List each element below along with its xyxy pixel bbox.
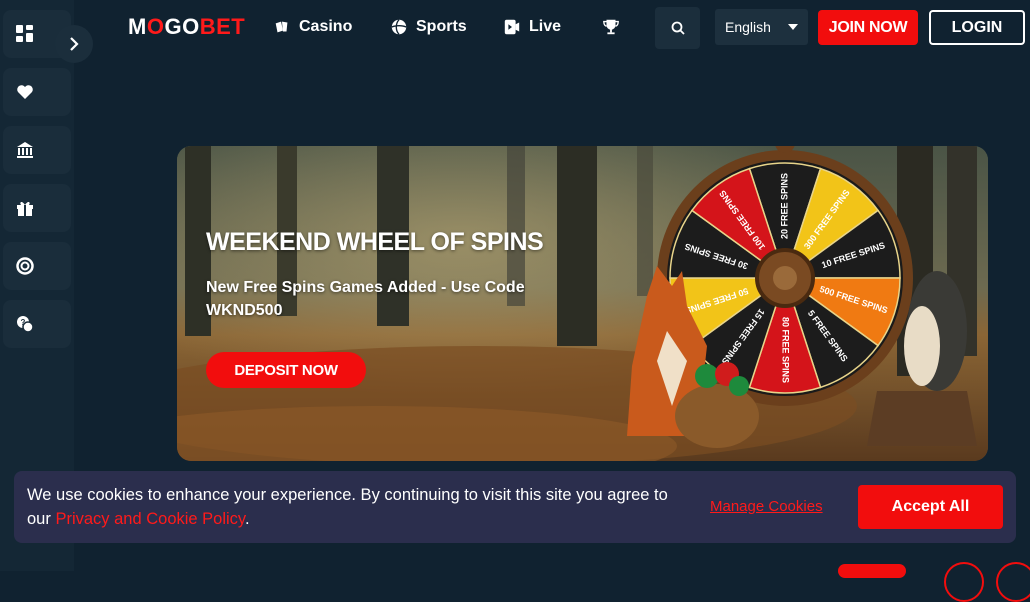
bank-icon (17, 142, 33, 158)
sidebar-item-promotions[interactable] (3, 184, 71, 232)
chat-icon: ? (17, 316, 34, 333)
mogobet-logo[interactable]: MOGOBET (128, 14, 245, 40)
gift-icon (17, 201, 33, 216)
trophy-icon (603, 19, 619, 35)
chevron-down-icon (788, 24, 798, 30)
wheel-segment-label: 20 FREE SPINS (779, 173, 789, 239)
deposit-now-button[interactable]: DEPOSIT NOW (206, 352, 366, 388)
svg-text:?: ? (21, 318, 26, 327)
sidebar-item-support[interactable]: ? (3, 300, 71, 348)
cookie-banner: We use cookies to enhance your experienc… (14, 471, 1016, 543)
nav-live[interactable]: Live (503, 18, 561, 36)
soccer-ball-icon (391, 19, 407, 35)
bottom-action-button[interactable] (838, 564, 906, 578)
login-button[interactable]: LOGIN (929, 10, 1025, 45)
sidebar-item-favorites[interactable] (3, 68, 71, 116)
accept-all-button[interactable]: Accept All (858, 485, 1003, 529)
cookie-message: We use cookies to enhance your experienc… (27, 486, 668, 528)
nav-tournaments[interactable] (602, 18, 620, 36)
wheel-segment-label: 80 FREE SPINS (781, 317, 791, 383)
carousel-prev-button[interactable] (944, 562, 984, 602)
grid-icon (16, 25, 33, 42)
carousel-next-button[interactable] (996, 562, 1030, 602)
join-now-button[interactable]: JOIN NOW (818, 10, 918, 45)
live-card-icon (504, 19, 520, 35)
search-icon (671, 21, 685, 35)
nav-sports[interactable]: Sports (390, 18, 467, 36)
banner-subtitle: New Free Spins Games Added - Use Code WK… (206, 279, 525, 319)
language-label: English (725, 19, 771, 35)
privacy-policy-link[interactable]: Privacy and Cookie Policy (55, 510, 245, 528)
promo-banner[interactable]: 20 FREE SPINS 300 FREE SPINS 10 FREE SPINS… (177, 146, 988, 461)
logo-o: O (146, 14, 165, 39)
banner-title: WEEKEND WHEEL OF SPINS (206, 228, 544, 256)
language-select[interactable]: English (715, 9, 808, 45)
cards-icon (275, 21, 288, 33)
manage-cookies-link[interactable]: Manage Cookies (710, 498, 823, 515)
sidebar-item-vip[interactable] (3, 242, 71, 290)
chip-icon (16, 257, 34, 275)
search-button[interactable] (655, 7, 700, 49)
sidebar-item-cashier[interactable] (3, 126, 71, 174)
heart-icon (17, 85, 33, 99)
nav-casino[interactable]: Casino (273, 18, 352, 36)
